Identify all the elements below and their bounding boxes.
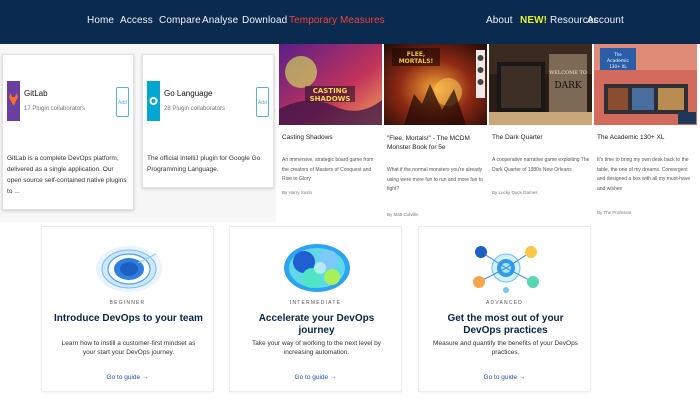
svg-text:WELCOME TO: WELCOME TO (549, 70, 587, 76)
plugin-card-go-language[interactable]: Go Language 28 Plugin collaborators Add … (142, 54, 274, 188)
plugin-stats: 28 Plugin collaborators (164, 106, 226, 112)
guide-title: Get the most out of your DevOps practice… (447, 313, 564, 336)
book-cover-image[interactable]: The Academic 130+ XL (594, 44, 697, 125)
book-cover-image[interactable]: FLEE, MORTALS! (384, 44, 487, 125)
add-plugin-button[interactable]: Add (116, 87, 129, 117)
guide-description: Take your way of working to the next lev… (252, 340, 381, 356)
plugin-card-gitlab[interactable]: GitLab 17 Plugin collaborators Add GitLa… (2, 54, 134, 210)
book-cover-image[interactable]: CASTING SHADOWS (279, 44, 382, 125)
book-description: A cooperative narrative game exploiting … (492, 157, 590, 173)
add-plugin-button[interactable]: Add (256, 87, 269, 117)
svg-text:SHADOWS: SHADOWS (310, 95, 351, 103)
book-title[interactable]: Casting Shadows (282, 134, 333, 141)
book-cover-image[interactable]: WELCOME TO DARK (489, 44, 592, 125)
plugin-stats: 17 Plugin collaborators (24, 106, 86, 112)
book-card-dark-quarter[interactable]: WELCOME TO DARK The Dark Quarter A coope… (489, 44, 592, 222)
plugin-panel: GitLab 17 Plugin collaborators Add GitLa… (0, 44, 276, 222)
plugin-name[interactable]: GitLab (24, 89, 48, 98)
level-label: INTERMEDIATE (289, 300, 342, 306)
go-to-guide-link[interactable]: Go to guide → (42, 374, 213, 381)
book-card-casting-shadows[interactable]: CASTING SHADOWS Casting Shadows An immer… (279, 44, 382, 222)
svg-text:The: The (613, 52, 622, 57)
go-language-logo-icon (147, 81, 160, 121)
svg-text:DARK: DARK (554, 81, 581, 91)
casting-shadows-cover-art: CASTING SHADOWS (279, 44, 382, 125)
svg-text:130+ XL: 130+ XL (609, 64, 627, 69)
nav-access[interactable]: Access (120, 15, 153, 26)
level-label: ADVANCED (485, 300, 523, 306)
nav-download[interactable]: Download (242, 15, 287, 26)
beginner-target-illustration (96, 246, 162, 292)
book-author: By The Professor (597, 210, 632, 215)
flee-mortals-cover-art: FLEE, MORTALS! (384, 44, 487, 125)
dark-quarter-cover-art: WELCOME TO DARK (489, 44, 592, 125)
book-description: What if the normal monsters you're alrea… (387, 167, 483, 192)
nav-compare[interactable]: Compare (159, 15, 201, 26)
advanced-network-illustration (473, 246, 539, 293)
book-title[interactable]: The Academic 130+ XL (597, 134, 664, 141)
guide-description: Measure and quantify the benefits of you… (433, 340, 578, 356)
devops-guide-card-advanced[interactable]: ADVANCED Get the most out of your DevOps… (418, 226, 591, 392)
nav-analyse[interactable]: Analyse (202, 15, 238, 26)
svg-text:FLEE,: FLEE, (407, 51, 425, 58)
nav-about[interactable]: About (486, 15, 513, 26)
nav-home[interactable]: Home (87, 15, 114, 26)
book-author: By Lucky Duck Games (492, 190, 538, 195)
go-to-guide-link[interactable]: Go to guide → (230, 374, 401, 381)
book-description: An immersive, strategic board game from … (282, 157, 374, 182)
nav-account[interactable]: Account (587, 15, 624, 26)
plugin-description: The official IntelliJ plugin for Google … (147, 155, 261, 173)
intermediate-circles-illustration (284, 244, 350, 292)
plugin-description: GitLab is a complete DevOps platform, de… (7, 155, 127, 195)
new-badge: NEW! (520, 15, 548, 26)
svg-text:CASTING: CASTING (313, 87, 348, 95)
devops-guide-card-intermediate[interactable]: INTERMEDIATE Accelerate your DevOps jour… (229, 226, 402, 392)
book-description: It's time to bring my own desk back to t… (597, 157, 691, 192)
svg-text:MORTALS!: MORTALS! (399, 58, 434, 65)
guide-title: Introduce DevOps to your team (54, 313, 203, 324)
book-card-academic[interactable]: The Academic 130+ XL The Academic 130+ X… (594, 44, 697, 222)
go-to-guide-link[interactable]: Go to guide → (419, 374, 590, 381)
book-author: By Matt Colville (387, 212, 419, 217)
devops-guide-card-beginner[interactable]: BEGINNER Introduce DevOps to your team L… (41, 226, 214, 392)
book-title[interactable]: "Flee, Mortals!" - The MCDM Monster Book… (387, 134, 486, 152)
book-card-flee-mortals[interactable]: FLEE, MORTALS! "Flee, Mortals!" - The MC… (384, 44, 487, 222)
nav-temporary-measures[interactable]: Temporary Measures (289, 15, 385, 26)
level-label: BEGINNER (109, 300, 146, 306)
book-title[interactable]: The Dark Quarter (492, 134, 543, 141)
guide-title: Accelerate your DevOps journey (258, 313, 375, 336)
top-navigation-bar: Home Access Compare Analyse Download Tem… (0, 0, 700, 44)
book-author: By Harry Suslo (282, 190, 313, 195)
academic-cover-art: The Academic 130+ XL (594, 44, 697, 125)
plugin-name[interactable]: Go Language (164, 89, 213, 98)
gitlab-logo-icon (7, 81, 20, 121)
guide-description: Learn how to instill a customer-first mi… (61, 340, 196, 356)
